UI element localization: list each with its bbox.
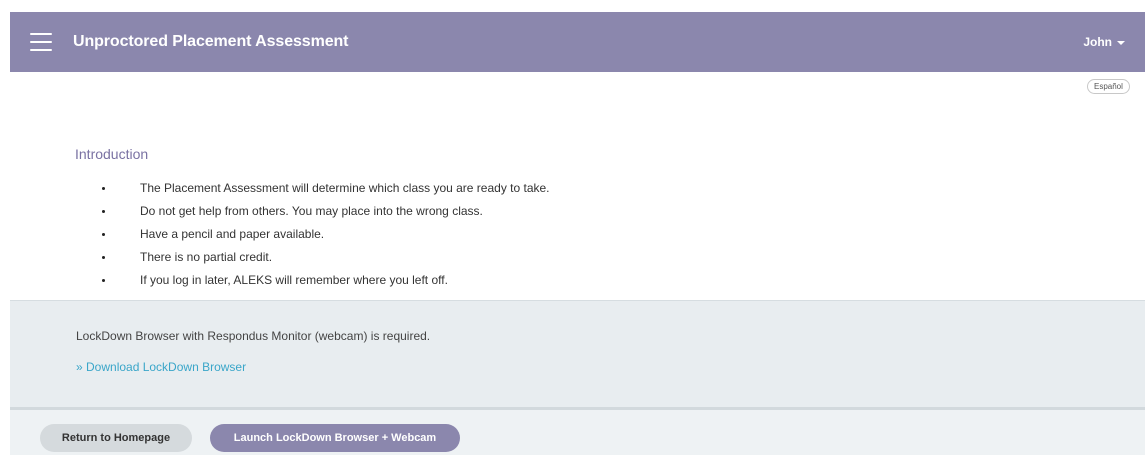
- user-name: John: [1083, 35, 1112, 49]
- list-item: There is no partial credit.: [100, 249, 550, 272]
- user-menu[interactable]: John: [1083, 35, 1125, 49]
- page: Unproctored Placement Assessment John Es…: [0, 0, 1145, 455]
- language-toggle-button[interactable]: Español: [1087, 79, 1130, 94]
- intro-bullet-list: The Placement Assessment will determine …: [100, 180, 550, 295]
- list-item: If you log in later, ALEKS will remember…: [100, 272, 550, 295]
- return-to-homepage-button[interactable]: Return to Homepage: [40, 424, 192, 452]
- caret-down-icon: [1117, 40, 1125, 45]
- lockdown-requirement-note: LockDown Browser with Respondus Monitor …: [76, 329, 431, 343]
- list-item: Do not get help from others. You may pla…: [100, 203, 550, 226]
- top-bar: Unproctored Placement Assessment John: [10, 12, 1145, 72]
- footer-action-bar: Return to Homepage Launch LockDown Brows…: [10, 407, 1145, 455]
- download-lockdown-link[interactable]: » Download LockDown Browser: [76, 360, 246, 374]
- intro-heading: Introduction: [75, 146, 149, 162]
- lockdown-info-panel: LockDown Browser with Respondus Monitor …: [10, 300, 1145, 407]
- list-item: Have a pencil and paper available.: [100, 226, 550, 249]
- hamburger-menu-icon[interactable]: [30, 33, 52, 51]
- page-title: Unproctored Placement Assessment: [73, 33, 349, 50]
- list-item: The Placement Assessment will determine …: [100, 180, 550, 203]
- launch-lockdown-button[interactable]: Launch LockDown Browser + Webcam: [210, 424, 460, 452]
